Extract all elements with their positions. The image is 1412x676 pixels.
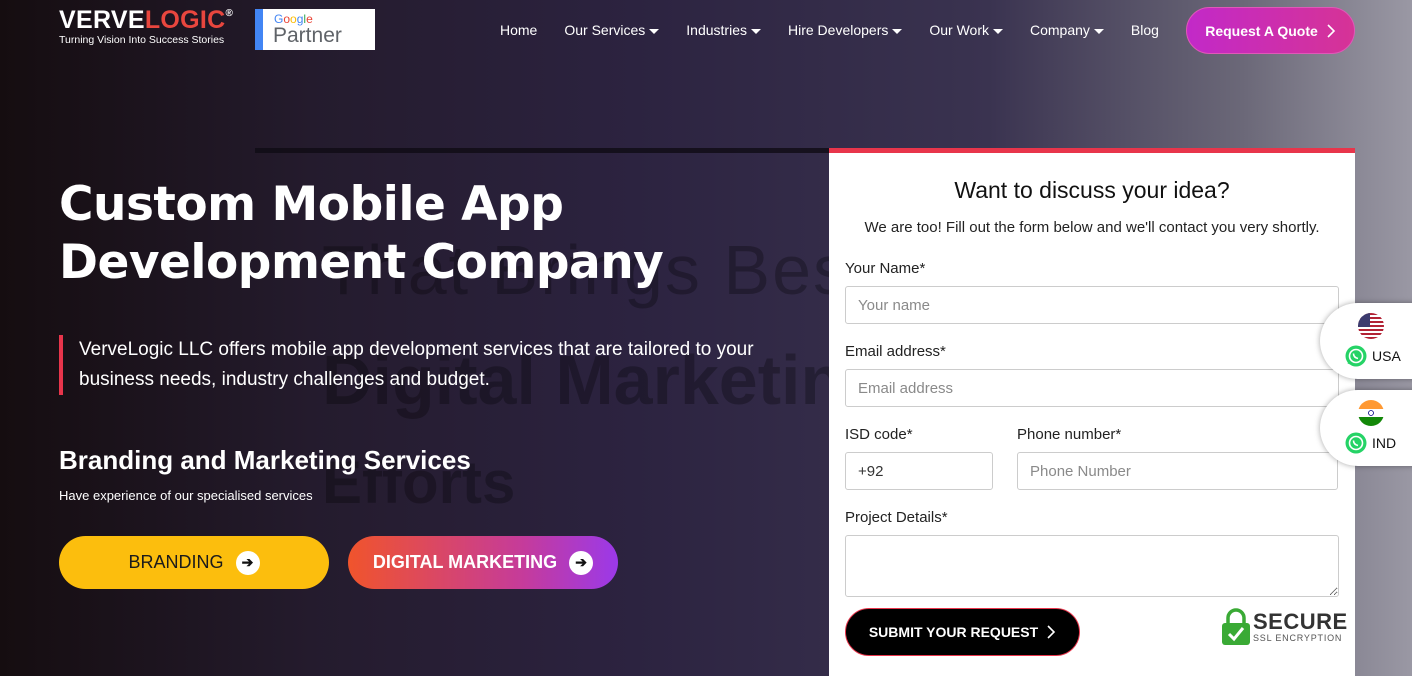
secure-subtitle: SSL ENCRYPTION (1253, 633, 1343, 643)
site-logo[interactable]: VERVELOGIC® Turning Vision Into Success … (59, 6, 233, 46)
main-nav: Home Our Services Industries Hire Develo… (500, 22, 1186, 38)
branding-label: BRANDING (128, 552, 224, 572)
request-quote-button[interactable]: Request A Quote (1186, 7, 1355, 54)
arrow-right-icon: ➔ (569, 550, 594, 575)
logo-wordmark: VERVELOGIC® (59, 6, 234, 34)
chevron-right-icon (1327, 23, 1335, 38)
nav-blog[interactable]: Blog (1131, 22, 1159, 38)
digital-marketing-label: DIGITAL MARKETING (372, 552, 558, 572)
google-partner-badge: Google Partner (255, 9, 375, 50)
name-field[interactable] (845, 286, 1339, 324)
whatsapp-ind-button[interactable]: IND (1320, 390, 1412, 466)
whatsapp-usa-button[interactable]: USA (1320, 303, 1412, 379)
chevron-down-icon (993, 28, 1003, 34)
project-details-field[interactable] (845, 535, 1339, 597)
whatsapp-icon (1345, 345, 1367, 367)
partner-label: Partner (273, 24, 342, 47)
form-title: Want to discuss your idea? (954, 177, 1230, 203)
whatsapp-icon (1345, 432, 1367, 454)
nav-our-services[interactable]: Our Services (564, 22, 660, 38)
chevron-right-icon (1047, 625, 1056, 639)
contact-form: Want to discuss your idea? We are too! F… (829, 148, 1355, 676)
logo-tagline: Turning Vision Into Success Stories (59, 34, 225, 46)
services-heading: Branding and Marketing Services (59, 445, 471, 475)
phone-field[interactable] (1017, 452, 1338, 490)
nav-home[interactable]: Home (500, 22, 537, 38)
project-details-label: Project Details* (845, 509, 948, 526)
services-subtext: Have experience of our specialised servi… (59, 488, 313, 503)
us-flag-icon (1358, 313, 1384, 339)
hero-description: VerveLogic LLC offers mobile app develop… (59, 335, 799, 395)
chevron-down-icon (892, 28, 903, 34)
email-field[interactable] (845, 369, 1339, 407)
submit-request-button[interactable]: SUBMIT YOUR REQUEST (845, 608, 1080, 656)
lock-icon (1222, 608, 1250, 645)
request-quote-label: Request A Quote (1205, 22, 1318, 39)
digital-marketing-button[interactable]: DIGITAL MARKETING ➔ (348, 536, 618, 589)
nav-hire-developers[interactable]: Hire Developers (788, 22, 903, 38)
nav-our-work[interactable]: Our Work (929, 22, 1003, 38)
chevron-down-icon (1093, 28, 1104, 34)
phone-label: Phone number* (1017, 426, 1122, 443)
ssl-secure-badge: SECURE SSL ENCRYPTION (1221, 608, 1348, 646)
submit-label: SUBMIT YOUR REQUEST (868, 624, 1039, 640)
email-label: Email address* (845, 343, 946, 360)
nav-company[interactable]: Company (1030, 22, 1104, 38)
page-title: Custom Mobile App Development Company (59, 177, 664, 290)
form-subtitle: We are too! Fill out the form below and … (864, 219, 1320, 236)
whatsapp-ind-label: IND (1372, 435, 1397, 451)
arrow-right-icon: ➔ (235, 550, 260, 575)
secure-title: SECURE (1253, 609, 1348, 634)
india-flag-icon (1358, 400, 1384, 426)
branding-button[interactable]: BRANDING ➔ (59, 536, 329, 589)
nav-industries[interactable]: Industries (686, 22, 761, 38)
isd-code-field[interactable] (845, 452, 993, 490)
background-divider (255, 148, 855, 153)
whatsapp-usa-label: USA (1372, 348, 1401, 364)
isd-label: ISD code* (845, 426, 913, 443)
name-label: Your Name* (845, 260, 926, 277)
chevron-down-icon (750, 28, 761, 34)
chevron-down-icon (649, 28, 660, 34)
